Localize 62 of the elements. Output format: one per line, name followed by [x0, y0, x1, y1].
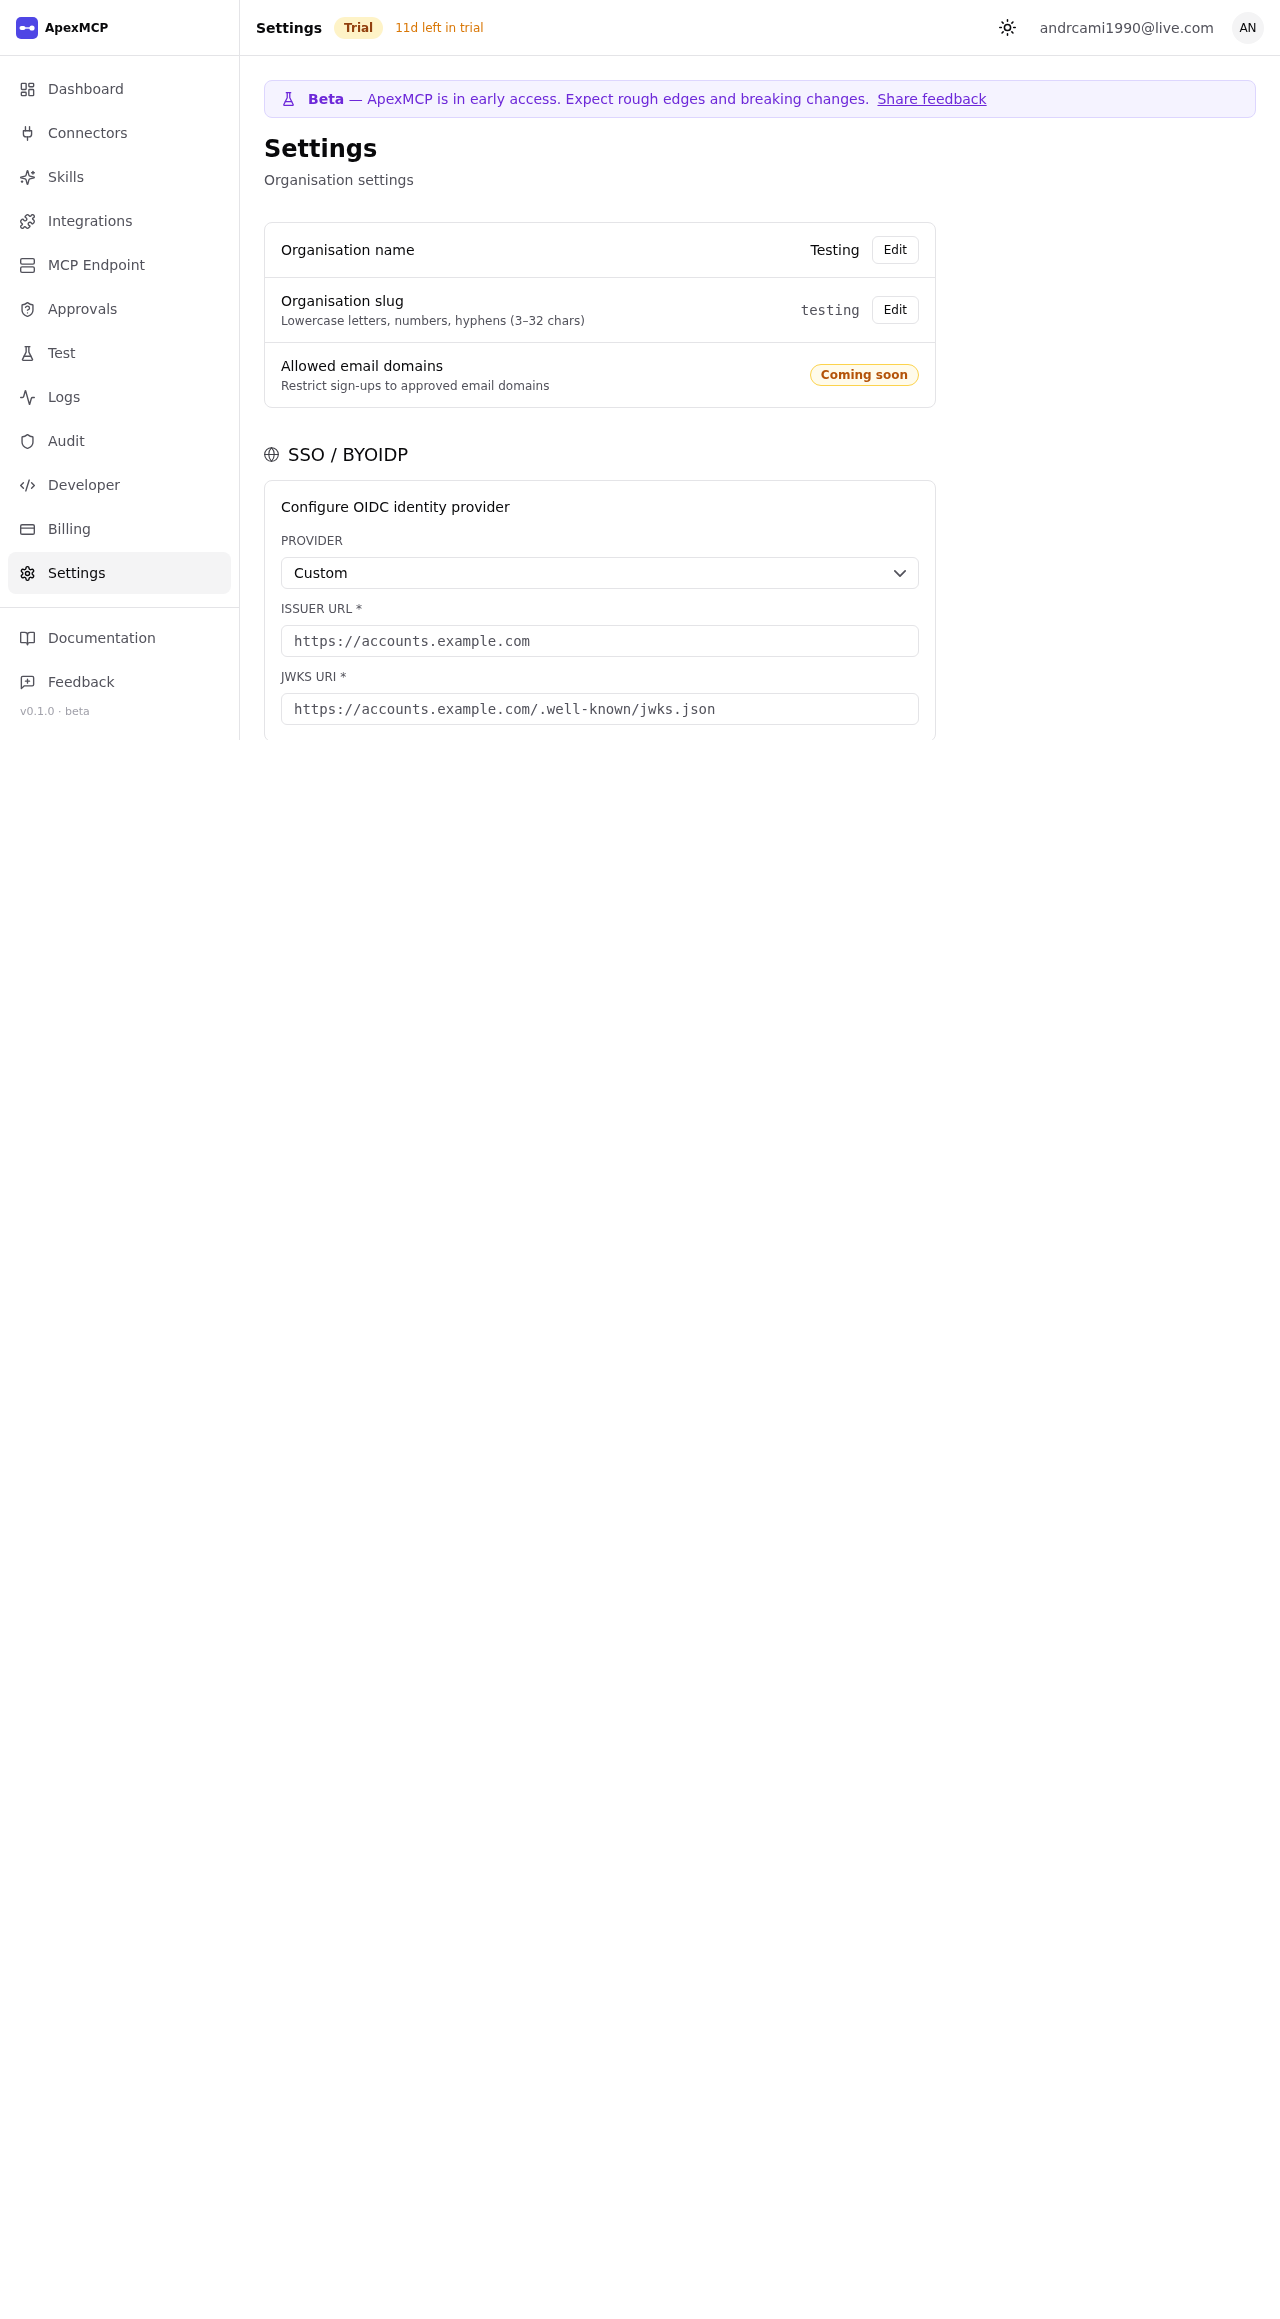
field-label: ISSUER URL * [281, 601, 363, 617]
provider-dropdown[interactable]: Custom [281, 557, 919, 589]
setting-label: Organisation slug [281, 292, 405, 311]
setting-value: testing [800, 302, 860, 318]
nav-item[interactable]: MCP Endpoint [8, 244, 231, 286]
nav-item[interactable]: Logs [8, 376, 231, 418]
nav-item[interactable]: Billing [8, 508, 231, 550]
share-feedback-link[interactable]: Share feedback [877, 89, 987, 109]
nav-item[interactable]: Dashboard [8, 68, 231, 110]
chevron-down-icon [894, 569, 906, 577]
nav-item[interactable]: Audit [8, 420, 231, 462]
nav-item[interactable]: Integrations [8, 200, 231, 242]
version-text: v0.1.0 · beta [19, 704, 91, 720]
setting-label: Allowed email domains [281, 357, 445, 376]
code-icon [20, 477, 35, 493]
page-title: Settings [264, 134, 379, 164]
header-title: Settings [256, 19, 323, 36]
setting-value: Testing [810, 242, 860, 258]
gear-icon [20, 565, 35, 581]
globe-icon [264, 446, 279, 462]
credit-card-icon [20, 521, 35, 537]
feedback-button[interactable]: Feedback [8, 660, 231, 704]
trial-badge: Trial [334, 16, 384, 39]
puzzle-icon [20, 213, 35, 229]
nav-item[interactable]: Developer [8, 464, 231, 506]
setting-hint: Lowercase letters, numbers, hyphens (3–32 chars) [281, 313, 586, 329]
message-plus-icon [20, 674, 35, 690]
page-subtitle: Organisation settings [264, 171, 415, 190]
section-title: SSO / BYOIDP [288, 443, 409, 465]
card-title: Configure OIDC identity provider [281, 498, 511, 517]
shield-question-icon [20, 301, 35, 317]
field-label: PROVIDER [281, 533, 344, 549]
trial-remaining-text: 11d left in trial [395, 20, 484, 35]
nav-item[interactable]: Skills [8, 156, 231, 198]
pulse-line-icon [20, 389, 35, 405]
edit-button[interactable]: Edit [871, 296, 919, 324]
status-badge: Coming soon [809, 364, 919, 386]
user-email: andrcami1990@live.com [1039, 19, 1214, 36]
shield-icon [20, 433, 35, 449]
documentation-link[interactable]: Documentation [8, 616, 231, 660]
sun-icon[interactable] [998, 19, 1016, 36]
url-input-field[interactable]: https://accounts.example.com/.well-known/jwks.json [281, 693, 919, 725]
banner-message: Beta — ApexMCP is in early access. Expect rough edges and breaking changes. [308, 90, 870, 109]
logo-icon [16, 16, 38, 39]
server-icon [20, 257, 35, 273]
flask-icon [283, 92, 294, 106]
nav-item[interactable]: Connectors [8, 112, 231, 154]
dashboard-grid-icon [20, 81, 35, 97]
nav-item[interactable]: Approvals [8, 288, 231, 330]
field-label: JWKS URI * [281, 669, 348, 685]
plug-icon [20, 125, 35, 141]
setting-label: Organisation name [281, 241, 416, 260]
flask-icon [20, 345, 35, 361]
url-input-field[interactable]: https://accounts.example.com [281, 625, 919, 657]
setting-hint: Restrict sign-ups to approved email domains [281, 378, 551, 394]
open-book-icon [20, 630, 35, 646]
nav-item[interactable]: Test [8, 332, 231, 374]
sparkles-icon [20, 169, 35, 185]
brand-name: ApexMCP [45, 20, 109, 35]
edit-button[interactable]: Edit [871, 236, 919, 264]
nav-item[interactable]: Settings [8, 552, 231, 594]
user-avatar[interactable]: AN [1232, 11, 1264, 44]
